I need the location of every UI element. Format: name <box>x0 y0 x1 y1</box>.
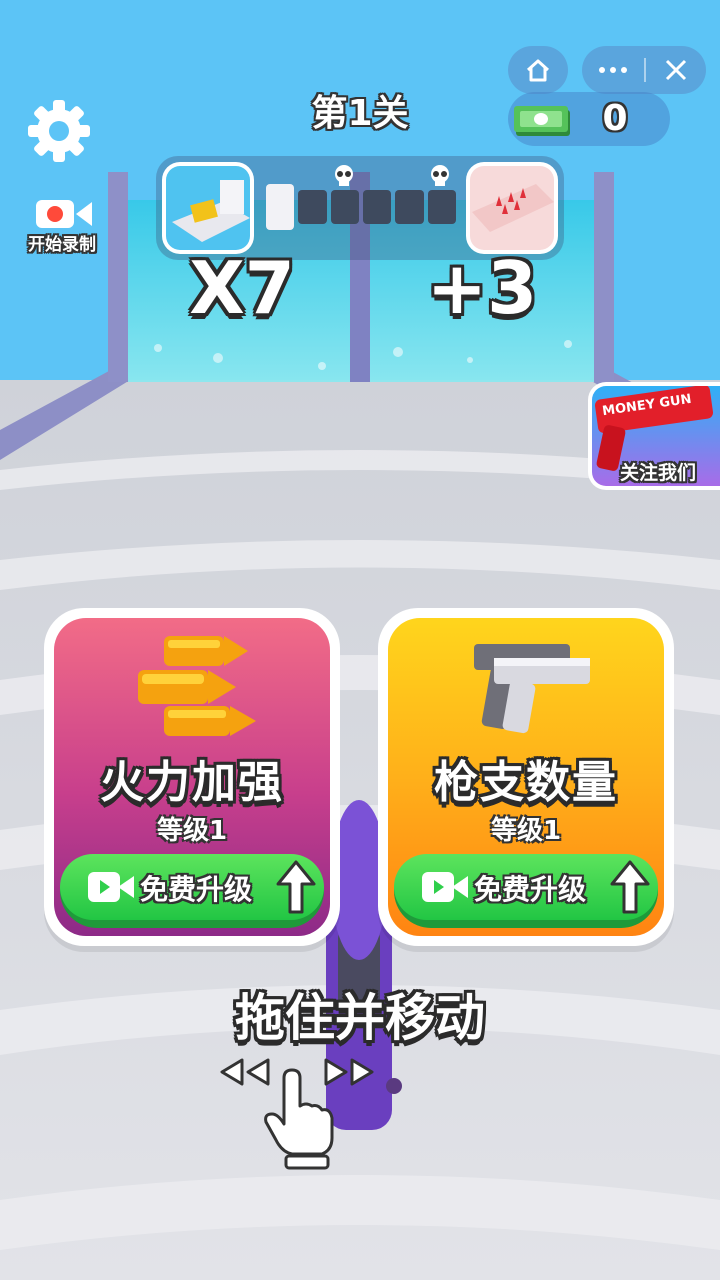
video-ad-icon <box>88 872 134 902</box>
level-progress-bar <box>156 156 564 260</box>
progress-segment <box>330 190 359 224</box>
arrow-up-icon <box>276 860 316 914</box>
record-label: 开始录制 <box>28 235 96 255</box>
upgrade-card-firepower: 火力加强 等级1 免费升级 <box>44 608 340 946</box>
home-button[interactable] <box>508 46 568 94</box>
money-counter: 0 <box>508 92 670 146</box>
gate-left-label: X7 <box>189 246 295 330</box>
bullets-icon <box>138 636 256 736</box>
card-level: 等级1 <box>490 816 562 846</box>
card-title: 火力加强 <box>100 757 284 808</box>
upgrade-label: 免费升级 <box>474 873 587 906</box>
upgrade-label: 免费升级 <box>140 873 253 906</box>
drag-hint-text: 拖住并移动 <box>235 989 485 1047</box>
close-icon[interactable] <box>646 46 706 94</box>
video-camera-icon <box>36 198 92 228</box>
gate-right-label: +3 <box>426 246 538 330</box>
progress-segment <box>395 190 424 224</box>
free-upgrade-button[interactable]: 免费升级 <box>60 854 324 928</box>
stage-thumbnail-end <box>466 162 558 254</box>
video-ad-icon <box>422 872 468 902</box>
settings-gear-icon[interactable] <box>24 96 94 166</box>
promo-follow-button[interactable]: MONEY GUN 关注我们 <box>588 382 720 490</box>
skull-icon <box>332 164 356 188</box>
cash-icon <box>512 102 574 138</box>
upgrade-card-gun-count: 枪支数量 等级1 免费升级 <box>378 608 674 946</box>
pistols-icon <box>474 644 590 734</box>
home-icon <box>526 59 550 82</box>
progress-segments <box>266 184 456 230</box>
pointing-hand-icon <box>264 1068 334 1170</box>
level-title: 第1关 <box>311 93 409 134</box>
progress-segment <box>427 190 456 224</box>
record-button[interactable]: 开始录制 <box>22 194 102 256</box>
promo-label: 关注我们 <box>620 462 697 484</box>
free-upgrade-button[interactable]: 免费升级 <box>394 854 658 928</box>
money-value: 0 <box>602 98 628 139</box>
card-level: 等级1 <box>156 816 228 846</box>
card-title: 枪支数量 <box>434 757 618 808</box>
arrow-up-icon <box>610 860 650 914</box>
progress-segment <box>298 190 327 224</box>
skull-icon <box>428 164 452 188</box>
more-icon[interactable] <box>582 46 644 94</box>
capsule-menu <box>582 46 706 94</box>
progress-segment <box>363 190 392 224</box>
progress-segment <box>266 184 295 230</box>
stage-thumbnail-start <box>162 162 254 254</box>
